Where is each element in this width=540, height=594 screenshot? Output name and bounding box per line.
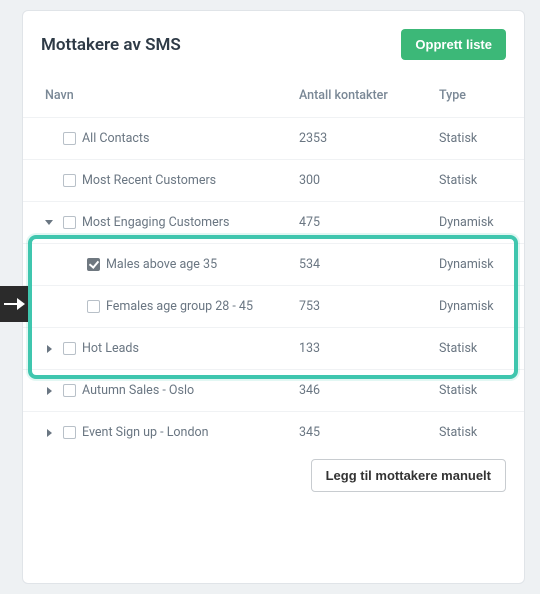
cell-name: Most Engaging Customers [41, 215, 299, 230]
row-count: 753 [299, 299, 439, 314]
table-row: All Contacts 2353Statisk [23, 117, 524, 159]
col-header-name: Navn [41, 88, 299, 103]
row-count: 346 [299, 383, 439, 398]
row-name-label: Females age group 28 - 45 [106, 299, 253, 314]
row-type: Dynamisk [439, 299, 506, 314]
row-checkbox[interactable] [63, 132, 76, 145]
row-name-label: Most Recent Customers [82, 173, 216, 188]
table-row: Event Sign up - London 345Statisk [23, 411, 524, 453]
row-name-label: Most Engaging Customers [82, 215, 229, 230]
row-checkbox[interactable] [63, 426, 76, 439]
row-checkbox[interactable] [63, 216, 76, 229]
recipients-panel: Mottakere av SMS Opprett liste Navn Anta… [22, 10, 525, 584]
cell-name: Most Recent Customers [41, 173, 299, 188]
table-row: Most Recent Customers 300Statisk [23, 159, 524, 201]
row-count: 534 [299, 257, 439, 272]
table-row: Most Engaging Customers 475Dynamisk [23, 201, 524, 243]
row-type: Statisk [439, 131, 506, 146]
row-name-label: Hot Leads [82, 341, 139, 356]
panel-title: Mottakere av SMS [41, 35, 181, 55]
add-recipients-manually-button[interactable]: Legg til mottakere manuelt [311, 459, 506, 492]
table-headers: Navn Antall kontakter Type [23, 70, 524, 117]
chevron-right-icon [47, 429, 52, 437]
row-count: 133 [299, 341, 439, 356]
row-type: Dynamisk [439, 215, 506, 230]
cell-name: Females age group 28 - 45 [61, 299, 299, 314]
panel-footer: Legg til mottakere manuelt [23, 453, 524, 492]
expand-toggle[interactable] [41, 345, 57, 353]
expand-toggle[interactable] [41, 387, 57, 395]
cell-name: All Contacts [41, 131, 299, 146]
table-row: Hot Leads 133Statisk [23, 327, 524, 369]
row-name-label: Event Sign up - London [82, 425, 209, 440]
row-count: 475 [299, 215, 439, 230]
row-type: Dynamisk [439, 257, 506, 272]
row-count: 300 [299, 173, 439, 188]
table-row: Males above age 35 534Dynamisk [23, 243, 524, 285]
row-name-label: Autumn Sales - Oslo [82, 383, 194, 398]
row-checkbox[interactable] [87, 300, 100, 313]
cell-name: Autumn Sales - Oslo [41, 383, 299, 398]
col-header-type: Type [439, 88, 506, 103]
row-type: Statisk [439, 383, 506, 398]
row-type: Statisk [439, 425, 506, 440]
table-body: All Contacts2353StatiskMost Recent Custo… [23, 117, 524, 453]
cell-name: Hot Leads [41, 341, 299, 356]
chevron-right-icon [47, 345, 52, 353]
row-checkbox[interactable] [87, 258, 100, 271]
chevron-down-icon [45, 220, 53, 225]
cell-name: Event Sign up - London [41, 425, 299, 440]
create-list-button[interactable]: Opprett liste [401, 29, 506, 60]
row-type: Statisk [439, 173, 506, 188]
table-row: Females age group 28 - 45 753Dynamisk [23, 285, 524, 327]
table-row: Autumn Sales - Oslo 346Statisk [23, 369, 524, 411]
row-name-label: Males above age 35 [106, 257, 217, 272]
row-checkbox[interactable] [63, 174, 76, 187]
row-checkbox[interactable] [63, 342, 76, 355]
cell-name: Males above age 35 [61, 257, 299, 272]
panel-header: Mottakere av SMS Opprett liste [23, 29, 524, 70]
chevron-right-icon [47, 387, 52, 395]
expand-toggle[interactable] [41, 429, 57, 437]
row-count: 2353 [299, 131, 439, 146]
row-type: Statisk [439, 341, 506, 356]
row-checkbox[interactable] [63, 384, 76, 397]
row-count: 345 [299, 425, 439, 440]
expand-toggle[interactable] [41, 220, 57, 225]
pointer-arrow-icon [0, 286, 28, 322]
row-name-label: All Contacts [82, 131, 149, 146]
col-header-count: Antall kontakter [299, 88, 439, 103]
